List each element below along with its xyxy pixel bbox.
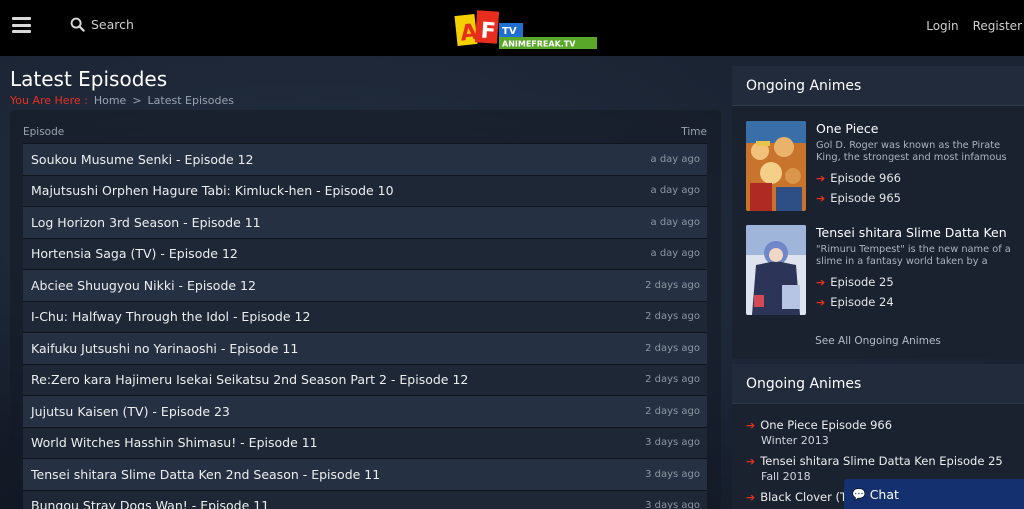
list-item-title: One Piece Episode 966 (760, 418, 893, 432)
table-row[interactable]: Bungou Stray Dogs Wan! - Episode 11 3 day… (23, 489, 707, 509)
episode-title: Abciee Shuugyou Nikki - Episode 12 (31, 277, 256, 293)
arrow-right-icon: ➔ (816, 295, 826, 309)
episode-title: Re:Zero kara Hajimeru Isekai Seikatsu 2n… (31, 372, 469, 388)
arrow-right-icon: ➔ (746, 454, 756, 468)
episode-link-label: Episode 24 (830, 295, 894, 309)
search-button[interactable]: Search (70, 17, 134, 32)
table-row[interactable]: Abciee Shuugyou Nikki - Episode 12 2 days… (23, 269, 707, 301)
episode-time: 2 days ago (645, 342, 700, 354)
chat-button[interactable]: 💬 Chat (844, 479, 1024, 509)
search-label: Search (91, 17, 134, 32)
anime-card-info: Tensei shitara Slime Datta Ken "Rimuru T… (816, 225, 1016, 312)
table-row[interactable]: Re:Zero kara Hajimeru Isekai Seikatsu 2n… (23, 363, 707, 395)
panel-title: Ongoing Animes (732, 66, 1024, 106)
episode-link-label: Episode 25 (830, 275, 894, 289)
table-row[interactable]: Log Horizon 3rd Season - Episode 11 a day… (23, 206, 707, 238)
episode-link[interactable]: ➔ Episode 965 (816, 188, 1016, 208)
episode-time: 2 days ago (645, 374, 700, 386)
table-row[interactable]: World Witches Hasshin Shimasu! - Episode… (23, 426, 707, 458)
ongoing-animes-panel: Ongoing Animes One Piece Gol D. Roger wa… (732, 66, 1024, 359)
episode-link-label: Episode 966 (830, 171, 901, 185)
episode-time: 2 days ago (645, 311, 700, 323)
episode-link[interactable]: ➔ Episode 25 (816, 272, 1016, 292)
arrow-right-icon: ➔ (816, 275, 826, 289)
episode-title: World Witches Hasshin Shimasu! - Episode… (31, 435, 318, 451)
chat-bubble-icon: 💬 (852, 487, 866, 501)
top-navbar: Search A F TV ANIMEFREAK.TV Login Regist… (0, 0, 1024, 56)
episode-time: a day ago (650, 185, 700, 197)
table-row[interactable]: Kaifuku Jutsushi no Yarinaoshi - Episode… (23, 332, 707, 364)
table-row[interactable]: Tensei shitara Slime Datta Ken 2nd Seaso… (23, 458, 707, 490)
register-link[interactable]: Register (973, 19, 1022, 33)
svg-text:TV: TV (502, 26, 517, 37)
episode-time: 3 days ago (645, 500, 700, 509)
arrow-right-icon: ➔ (816, 191, 826, 205)
episode-title: Jujutsu Kaisen (TV) - Episode 23 (31, 403, 230, 419)
episode-title: Log Horizon 3rd Season - Episode 11 (31, 214, 261, 230)
table-row[interactable]: Soukou Musume Senki - Episode 12 a day ag… (23, 143, 707, 175)
login-link[interactable]: Login (926, 19, 958, 33)
site-logo[interactable]: A F TV ANIMEFREAK.TV (454, 9, 599, 51)
table-row[interactable]: I-Chu: Halfway Through the Idol - Episod… (23, 300, 707, 332)
table-row[interactable]: Jujutsu Kaisen (TV) - Episode 23 2 days a… (23, 395, 707, 427)
breadcrumb: You Are Here : Home > Latest Episodes (10, 94, 234, 107)
episode-title: Majutsushi Orphen Hagure Tabi: Kimluck-h… (31, 183, 394, 199)
episode-list: Soukou Musume Senki - Episode 12 a day ag… (23, 143, 707, 509)
list-item-title: Tensei shitara Slime Datta Ken Episode 2… (760, 454, 1003, 468)
chat-label: Chat (869, 486, 899, 502)
arrow-right-icon: ➔ (746, 490, 756, 504)
episode-title: Tensei shitara Slime Datta Ken 2nd Seaso… (31, 466, 381, 482)
episode-link[interactable]: ➔ Episode 966 (816, 168, 1016, 188)
anime-card-info: One Piece Gol D. Roger was known as the … (816, 121, 1016, 208)
episode-link[interactable]: ➔ Episode 24 (816, 292, 1016, 312)
anime-description: Gol D. Roger was known as the Pirate Kin… (816, 140, 1007, 163)
svg-text:F: F (480, 19, 497, 45)
column-time: Time (681, 126, 707, 138)
arrow-right-icon: ➔ (746, 418, 756, 432)
column-episode: Episode (23, 126, 65, 138)
auth-links: Login Register (926, 19, 1022, 33)
episode-time: 3 days ago (645, 437, 700, 449)
anime-title[interactable]: One Piece (816, 121, 1016, 136)
episode-title: Bungou Stray Dogs Wan! - Episode 11 (31, 498, 270, 509)
episode-time: a day ago (650, 216, 700, 228)
episode-title: Kaifuku Jutsushi no Yarinaoshi - Episode… (31, 340, 299, 356)
table-row[interactable]: Hortensia Saga (TV) - Episode 12 a day ag… (23, 237, 707, 269)
list-item-title: Black Clover (TV (760, 490, 855, 504)
table-row[interactable]: Majutsushi Orphen Hagure Tabi: Kimluck-h… (23, 174, 707, 206)
panel-title: Ongoing Animes (732, 364, 1024, 404)
episode-time: 2 days ago (645, 279, 700, 291)
episode-link-label: Episode 965 (830, 191, 901, 205)
episode-title: Hortensia Saga (TV) - Episode 12 (31, 246, 238, 262)
breadcrumb-home-link[interactable]: Home (94, 94, 126, 107)
episode-time: a day ago (650, 248, 700, 260)
svg-text:ANIMEFREAK.TV: ANIMEFREAK.TV (502, 40, 576, 49)
episode-title: I-Chu: Halfway Through the Idol - Episod… (31, 309, 311, 325)
anime-poster[interactable] (746, 121, 806, 211)
arrow-right-icon: ➔ (816, 171, 826, 185)
episode-time: 3 days ago (645, 468, 700, 480)
see-all-ongoing-link[interactable]: See All Ongoing Animes (732, 335, 1024, 347)
table-header: Episode Time (23, 110, 707, 143)
breadcrumb-separator: > (132, 94, 142, 107)
latest-episodes-table: Episode Time Soukou Musume Senki - Episo… (10, 110, 721, 509)
hamburger-menu-icon[interactable] (12, 17, 31, 33)
breadcrumb-current: Latest Episodes (147, 94, 234, 107)
list-item[interactable]: ➔ One Piece Episode 966 Winter 2013 (746, 418, 1018, 447)
page-title: Latest Episodes (10, 67, 168, 91)
anime-card-tensei-slime: Tensei shitara Slime Datta Ken "Rimuru T… (746, 225, 1018, 315)
anime-title[interactable]: Tensei shitara Slime Datta Ken (816, 225, 1016, 240)
anime-poster[interactable] (746, 225, 806, 315)
anime-description: "Rimuru Tempest" is the new name of a sl… (816, 244, 1011, 267)
anime-card-one-piece: One Piece Gol D. Roger was known as the … (746, 121, 1018, 211)
search-icon (70, 17, 85, 32)
breadcrumb-lead: You Are Here : (10, 94, 88, 107)
episode-time: a day ago (650, 153, 700, 165)
episode-title: Soukou Musume Senki - Episode 12 (31, 151, 254, 167)
episode-time: 2 days ago (645, 405, 700, 417)
list-item-season: Winter 2013 (761, 434, 829, 447)
